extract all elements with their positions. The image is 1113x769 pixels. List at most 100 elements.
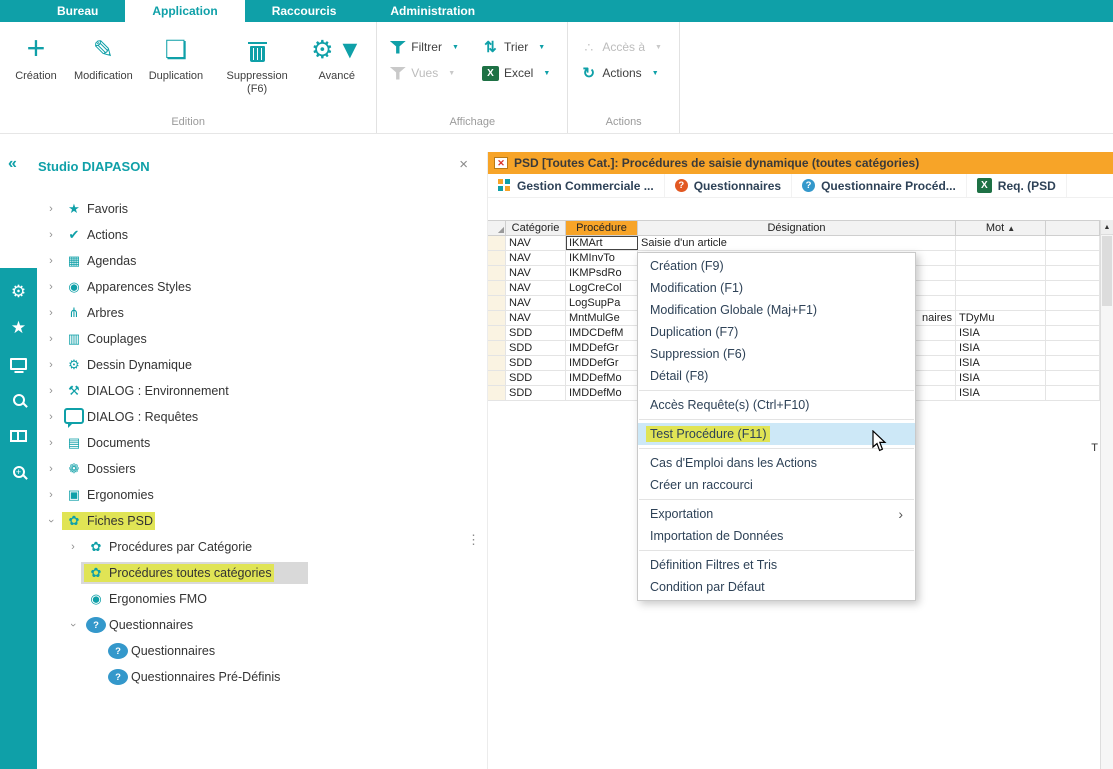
panels-strip-button[interactable] [0,424,37,448]
cell-categorie[interactable]: NAV [506,251,566,265]
row-selector-cell[interactable] [488,341,506,355]
column-header-categorie[interactable]: Catégorie [506,221,566,235]
cell-mot[interactable] [956,266,1046,280]
duplication-button[interactable]: ❏Duplication [141,26,211,87]
search-plus-strip-button[interactable] [0,460,37,484]
filtrer-button[interactable]: Filtrer▼ [383,34,470,60]
cell-procedure[interactable]: IMDDefGr [566,356,638,370]
cell-mot[interactable] [956,281,1046,295]
trier-button[interactable]: ⇅Trier▼ [476,34,561,60]
menu-item-suppression-f6[interactable]: Suppression (F6) [638,343,915,365]
tree-item-ergonomies-fmo[interactable]: ◉Ergonomies FMO [43,586,465,612]
ribbon-tab-application[interactable]: Application [125,0,244,22]
cell-mot[interactable]: ISIA [956,356,1046,370]
row-selector-cell[interactable] [488,311,506,325]
chevron-down-icon[interactable]: › [45,513,57,529]
menu-item-detail-f8[interactable]: Détail (F8) [638,365,915,387]
cell-categorie[interactable]: NAV [506,266,566,280]
cell-procedure[interactable]: IMDDefMo [566,386,638,400]
chevron-right-icon[interactable]: › [43,281,59,293]
ribbon-tab-bureau[interactable]: Bureau [30,0,125,22]
cell-procedure[interactable]: IMDCDefM [566,326,638,340]
cell-categorie[interactable]: NAV [506,311,566,325]
ribbon-tab-raccourcis[interactable]: Raccourcis [245,0,364,22]
tree-item-procedures-par-categorie[interactable]: ›✿Procédures par Catégorie [43,534,465,560]
cell-categorie[interactable]: SDD [506,386,566,400]
menu-item-importation-de-donnees[interactable]: Importation de Données [638,525,915,547]
cell-mot[interactable]: ISIA [956,371,1046,385]
table-vertical-scrollbar[interactable]: ▲ [1100,220,1113,769]
cell-mot[interactable] [956,251,1046,265]
chevron-right-icon[interactable]: › [43,385,59,397]
menu-item-cas-d-emploi-dans-les-actions[interactable]: Cas d'Emploi dans les Actions [638,452,915,474]
tree-item-documents[interactable]: ›▤Documents [43,430,465,456]
scroll-up-icon[interactable]: ▲ [1101,220,1113,235]
cell-mot[interactable] [956,236,1046,250]
column-header-mot[interactable]: Mot▲ [956,221,1046,235]
gear-strip-button[interactable]: ⚙ [0,280,37,304]
vues-button[interactable]: Vues▼ [383,60,470,86]
tree-item-couplages[interactable]: ›▥Couplages [43,326,465,352]
tree-item-procedures-toutes-categories[interactable]: ✿Procédures toutes catégories [43,560,465,586]
ribbon-tab-administration[interactable]: Administration [363,0,502,22]
chevron-right-icon[interactable]: › [43,437,59,449]
tree-item-actions[interactable]: ›✔Actions [43,222,465,248]
table-row[interactable]: NAVIKMArtSaisie d'un article [488,236,1100,251]
cell-categorie[interactable]: SDD [506,356,566,370]
star-strip-button[interactable]: ★ [0,316,37,340]
cell-procedure[interactable]: LogCreCol [566,281,638,295]
cell-categorie[interactable]: NAV [506,296,566,310]
document-tab-questionnaire-proced[interactable]: Questionnaire Procéd... [792,174,967,198]
chevron-right-icon[interactable]: › [43,411,59,423]
select-all-header-cell[interactable]: ◢ [488,221,506,235]
cell-mot[interactable]: ISIA [956,341,1046,355]
cell-mot[interactable]: ISIA [956,386,1046,400]
cell-procedure[interactable]: IKMArt [566,236,638,250]
row-selector-cell[interactable] [488,236,506,250]
tree-item-dessin-dynamique[interactable]: ›⚙Dessin Dynamique [43,352,465,378]
column-header-designation[interactable]: Désignation [638,221,956,235]
cell-procedure[interactable]: IKMPsdRo [566,266,638,280]
tree-item-favoris[interactable]: ›★Favoris [43,196,465,222]
menu-item-acces-requete-s-ctrl-f10[interactable]: Accès Requête(s) (Ctrl+F10) [638,394,915,416]
cell-categorie[interactable]: SDD [506,371,566,385]
cell-procedure[interactable]: IKMInvTo [566,251,638,265]
cell-mot[interactable]: ISIA [956,326,1046,340]
avance-button[interactable]: ⚙▼Avancé [303,26,370,87]
excel-button[interactable]: Excel▼ [476,60,561,86]
collapse-sidebar-button[interactable]: « [8,155,17,173]
tree-item-arbres[interactable]: ›⋔Arbres [43,300,465,326]
cell-categorie[interactable]: SDD [506,341,566,355]
document-tab-req-psd[interactable]: Req. (PSD [967,174,1067,198]
menu-item-definition-filtres-et-tris[interactable]: Définition Filtres et Tris [638,554,915,576]
menu-item-condition-par-defaut[interactable]: Condition par Défaut [638,576,915,598]
monitor-strip-button[interactable] [0,352,37,376]
tree-item-ergonomies[interactable]: ›▣Ergonomies [43,482,465,508]
creation-button[interactable]: +Création [6,26,66,87]
cell-procedure[interactable]: IMDDefMo [566,371,638,385]
tree-item-dossiers[interactable]: ›❁Dossiers [43,456,465,482]
tree-item-questionnaires[interactable]: Questionnaires [43,638,465,664]
menu-item-creer-un-raccourci[interactable]: Créer un raccourci [638,474,915,496]
row-selector-cell[interactable] [488,296,506,310]
chevron-right-icon[interactable]: › [43,255,59,267]
tree-item-questionnaires-pre-definis[interactable]: Questionnaires Pré-Définis [43,664,465,690]
chevron-right-icon[interactable]: › [43,333,59,345]
actions-button[interactable]: ↻Actions▼ [574,60,673,86]
cell-designation[interactable]: Saisie d'un article [638,236,956,250]
row-selector-cell[interactable] [488,251,506,265]
suppression-f6-button[interactable]: Suppression (F6) [211,26,303,100]
tree-item-apparences-styles[interactable]: ›◉Apparences Styles [43,274,465,300]
chevron-right-icon[interactable]: › [43,307,59,319]
row-selector-cell[interactable] [488,326,506,340]
cell-procedure[interactable]: IMDDefGr [566,341,638,355]
cell-mot[interactable]: TDyMu [956,311,1046,325]
row-selector-cell[interactable] [488,266,506,280]
cell-categorie[interactable]: NAV [506,281,566,295]
search-strip-button[interactable] [0,388,37,412]
tree-item-dialog-environnement[interactable]: ›⚒DIALOG : Environnement [43,378,465,404]
menu-item-duplication-f7[interactable]: Duplication (F7) [638,321,915,343]
document-tab-gestion-commerciale[interactable]: Gestion Commerciale ... [488,174,665,198]
tree-item-agendas[interactable]: ›▦Agendas [43,248,465,274]
cell-mot[interactable] [956,296,1046,310]
